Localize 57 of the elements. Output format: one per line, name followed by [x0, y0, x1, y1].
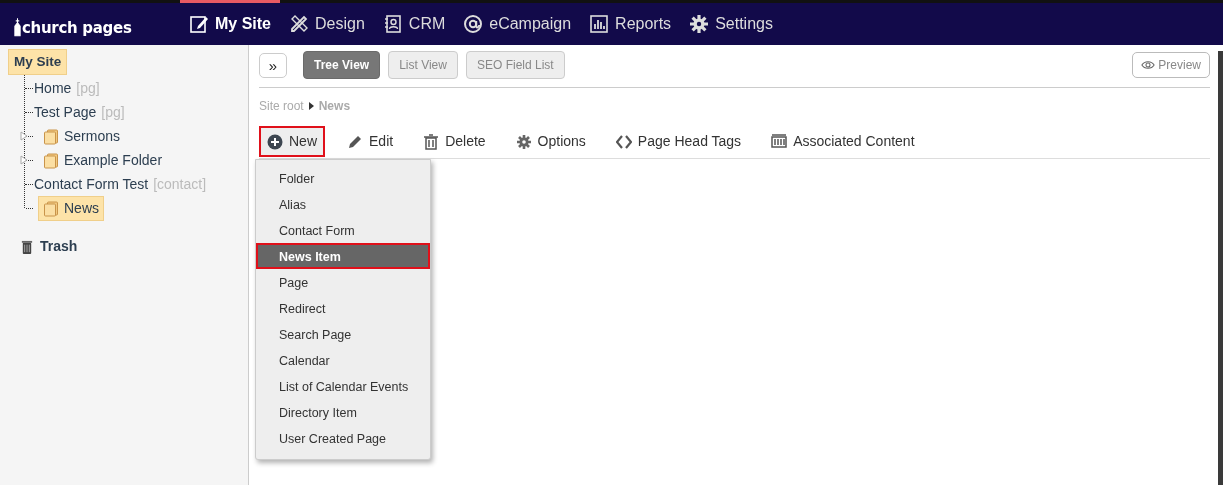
folder-icon	[43, 151, 59, 169]
toolbar-button[interactable]: New	[259, 126, 325, 157]
eye-icon	[1141, 59, 1156, 71]
menu-item[interactable]: Redirect	[256, 295, 431, 321]
tree-item[interactable]: Home [pg]	[29, 75, 105, 101]
menu-item[interactable]: List of Calendar Events	[256, 373, 431, 399]
menu-item[interactable]: Search Page	[256, 321, 431, 347]
address-book-icon	[382, 14, 403, 34]
menu-item[interactable]: Contact Form	[256, 217, 431, 243]
view-tab[interactable]: Tree View	[303, 51, 381, 79]
menu-item[interactable]: Calendar	[256, 347, 431, 373]
breadcrumb-item: News	[318, 98, 351, 115]
brand-name: church pages	[22, 18, 132, 39]
breadcrumb-arrow-icon	[308, 102, 314, 110]
gear-icon	[515, 133, 532, 150]
logo[interactable]: church pages	[0, 3, 180, 45]
toolbar-button[interactable]: Associated Content	[763, 126, 923, 157]
plus-circle-icon	[267, 133, 283, 150]
tree-item[interactable]: Contact Form Test [contact]	[29, 171, 212, 197]
toolbar-button[interactable]: Delete	[415, 126, 494, 157]
tree-item[interactable]: Test Page [pg]	[29, 99, 130, 125]
toolbar-button[interactable]: Edit	[339, 126, 402, 157]
nav-tab[interactable]: CRM	[373, 0, 455, 45]
nav-tab[interactable]: Reports	[580, 0, 681, 45]
menu-item[interactable]: News Item	[256, 243, 431, 269]
tree-root[interactable]: My Site	[8, 49, 68, 76]
nav-tab[interactable]: Settings	[680, 0, 782, 45]
settings-icon	[689, 14, 710, 34]
bar-chart-icon	[589, 14, 610, 34]
menu-item[interactable]: User Created Page	[256, 425, 431, 451]
expand-button[interactable]: »	[259, 52, 287, 78]
preview-button[interactable]: Preview	[1132, 52, 1210, 78]
trash-can-icon	[20, 238, 34, 255]
menu-item[interactable]: Page	[256, 269, 431, 295]
menu-item[interactable]: Directory Item	[256, 399, 431, 425]
toolbar-button[interactable]: Page Head Tags	[607, 126, 750, 157]
toolbar-button[interactable]: Options	[507, 126, 594, 157]
edit-icon	[189, 14, 209, 34]
tree-item[interactable]: News	[38, 195, 104, 221]
trash-icon	[423, 133, 440, 150]
pencil-icon	[347, 133, 363, 150]
tree-item[interactable]: Sermons	[38, 123, 126, 149]
menu-item[interactable]: Folder	[256, 165, 431, 191]
trash-label[interactable]: Trash	[40, 236, 78, 258]
pencil-ruler-icon	[289, 14, 309, 34]
expand-arrow-icon	[20, 155, 28, 166]
nav-tab[interactable]: Design	[280, 0, 374, 45]
steeple-icon	[14, 17, 21, 37]
expand-arrow-icon	[20, 131, 28, 142]
at-sign-icon	[463, 14, 484, 34]
folder-icon	[43, 127, 59, 145]
tree-item[interactable]: Example Folder	[38, 147, 168, 173]
nav-tab[interactable]: eCampaign	[454, 0, 581, 45]
content-block-icon	[771, 133, 788, 150]
folder-icon	[43, 199, 59, 217]
code-brackets-icon	[615, 133, 632, 150]
menu-item[interactable]: Alias	[256, 191, 431, 217]
